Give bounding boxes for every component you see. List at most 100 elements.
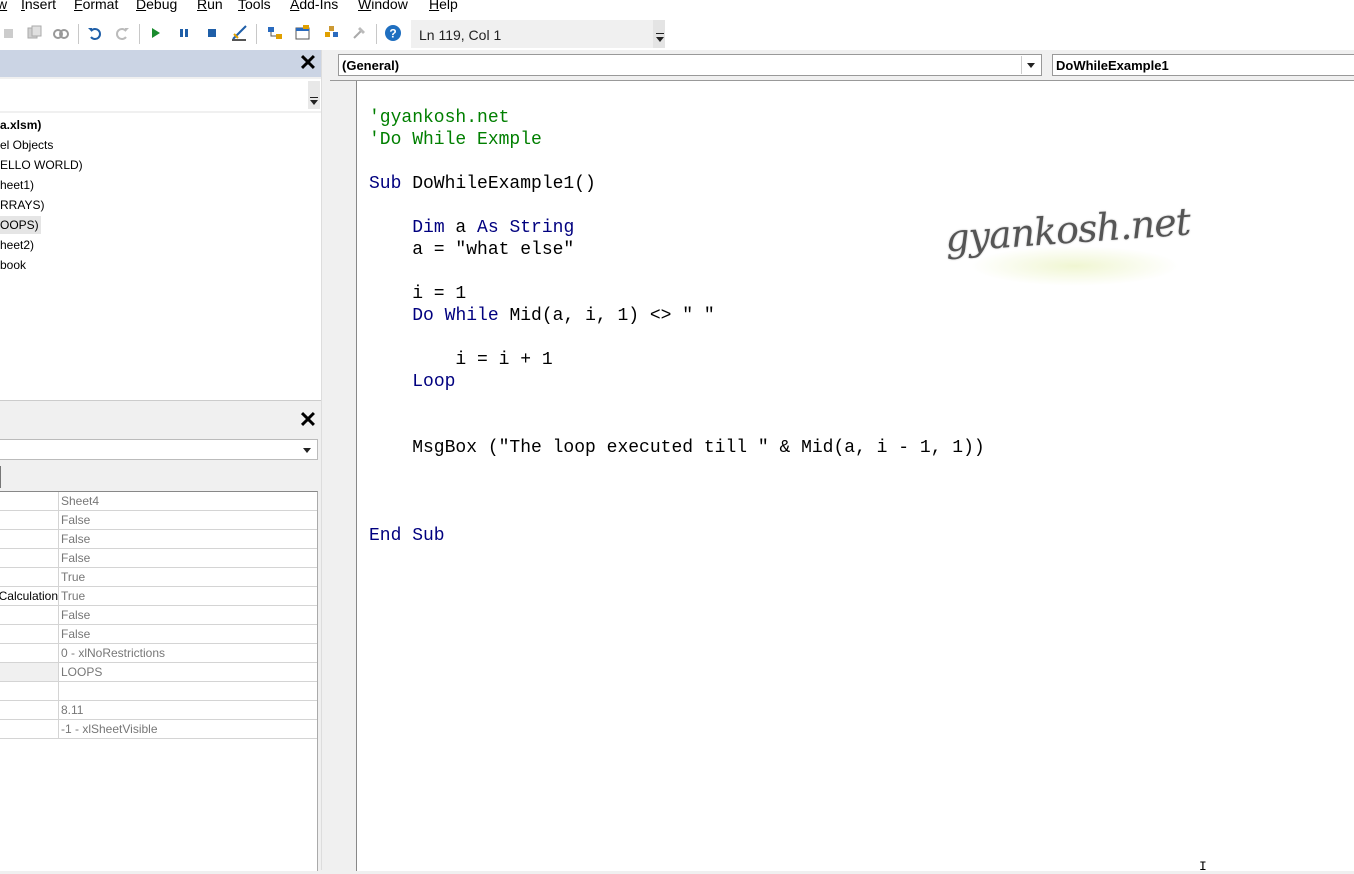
redo-icon[interactable]	[113, 24, 131, 42]
menu-format[interactable]: Format	[74, 0, 118, 12]
property-row[interactable]: False	[0, 530, 317, 549]
property-value[interactable]: -1 - xlSheetVisible	[61, 720, 158, 738]
property-row[interactable]: False	[0, 549, 317, 568]
standard-toolbar: ? Ln 119, Col 1	[0, 18, 1354, 50]
menu-w[interactable]: w	[0, 0, 7, 12]
property-name	[0, 606, 59, 624]
chevron-down-icon[interactable]	[1021, 56, 1040, 74]
project-tree-item[interactable]: el Objects	[0, 136, 53, 154]
property-row[interactable]: False	[0, 606, 317, 625]
menu-add-ins[interactable]: Add-Ins	[290, 0, 338, 12]
code-editor[interactable]: gyankosh.net I 'gyankosh.net 'Do While Ex…	[330, 80, 1354, 874]
property-value[interactable]: True	[61, 568, 85, 586]
design-mode-icon[interactable]	[231, 24, 249, 42]
code-line: Loop	[412, 372, 456, 392]
code-line: Dim a As String	[412, 218, 575, 238]
text-cursor-icon: I	[1199, 859, 1207, 874]
property-value[interactable]: Sheet4	[61, 492, 99, 510]
properties-grid: Sheet4 False False False True Calculation True…	[0, 491, 318, 871]
project-tree-item[interactable]: RRAYS)	[0, 196, 44, 214]
property-name	[0, 720, 59, 738]
menu-help[interactable]: Help	[429, 0, 458, 12]
property-row[interactable]: Calculation True	[0, 587, 317, 606]
object-combo[interactable]: (General)	[338, 54, 1042, 76]
cursor-position-display: Ln 119, Col 1	[411, 20, 665, 48]
property-value[interactable]: False	[61, 625, 90, 643]
toolbar-options-dropdown[interactable]	[653, 20, 665, 48]
code-line: End Sub	[369, 526, 445, 546]
properties-tabs	[0, 466, 322, 488]
help-icon[interactable]: ?	[384, 24, 402, 42]
run-icon[interactable]	[147, 24, 165, 42]
menu-bar: w Insert Format Debug Run Tools Add-Ins Window H…	[0, 0, 1354, 18]
property-name	[0, 549, 59, 567]
margin-indicator-bar[interactable]	[330, 81, 357, 871]
menu-debug[interactable]: Debug	[136, 0, 177, 12]
pane-splitter[interactable]	[321, 50, 330, 870]
property-value[interactable]: False	[61, 606, 90, 624]
project-tree-item[interactable]: heet1)	[0, 176, 34, 194]
find-icon[interactable]	[52, 24, 70, 42]
property-row[interactable]: LOOPS	[0, 663, 317, 682]
chevron-down-icon[interactable]	[300, 442, 315, 457]
property-row[interactable]	[0, 682, 317, 701]
property-row[interactable]: -1 - xlSheetVisible	[0, 720, 317, 739]
code-line: Sub DoWhileExample1()	[369, 174, 596, 194]
property-row[interactable]: False	[0, 625, 317, 644]
property-value[interactable]: True	[61, 587, 85, 605]
cursor-position-text: Ln 119, Col 1	[419, 27, 502, 43]
properties-object-select[interactable]	[0, 439, 318, 460]
property-name	[0, 663, 59, 681]
property-value[interactable]: 0 - xlNoRestrictions	[61, 644, 165, 662]
code-line: 'gyankosh.net	[369, 108, 510, 128]
property-value[interactable]: False	[61, 530, 90, 548]
project-tree-item[interactable]: book	[0, 256, 26, 274]
code-line: 'Do While Exmple	[369, 130, 542, 150]
project-tree-item[interactable]: heet2)	[0, 236, 34, 254]
properties-window-icon[interactable]	[294, 24, 312, 42]
property-name: Calculation	[0, 587, 59, 605]
project-tree-item[interactable]: OOPS)	[0, 216, 41, 234]
close-project-explorer-icon[interactable]: ✕	[298, 52, 318, 74]
property-name	[0, 682, 59, 700]
property-value[interactable]: False	[61, 511, 90, 529]
object-combo-value: (General)	[342, 58, 400, 73]
undo-icon[interactable]	[86, 24, 104, 42]
property-value[interactable]: False	[61, 549, 90, 567]
project-tree-item[interactable]: a.xlsm)	[0, 116, 41, 134]
project-explorer-titlebar[interactable]: ✕	[0, 50, 322, 77]
property-name	[0, 701, 59, 719]
project-tree-item[interactable]: ELLO WORLD)	[0, 156, 83, 174]
cut-icon[interactable]	[0, 24, 18, 42]
menu-window[interactable]: Window	[358, 0, 408, 12]
property-row[interactable]: False	[0, 511, 317, 530]
help-glyph: ?	[389, 27, 396, 41]
project-tree: a.xlsm) el Objects ELLO WORLD) heet1) RRAYS)…	[0, 113, 321, 401]
reset-icon[interactable]	[203, 24, 221, 42]
property-name	[0, 568, 59, 586]
property-row[interactable]: 8.11	[0, 701, 317, 720]
menu-tools[interactable]: Tools	[238, 0, 271, 12]
close-properties-icon[interactable]: ✕	[298, 409, 318, 431]
property-name	[0, 530, 59, 548]
project-toolbar-overflow-icon[interactable]	[308, 81, 320, 109]
procedure-combo[interactable]: DoWhileExample1	[1052, 54, 1354, 76]
break-icon[interactable]	[175, 24, 193, 42]
property-value[interactable]: LOOPS	[61, 663, 102, 681]
code-line: Do While Mid(a, i, 1) <> " "	[412, 306, 715, 326]
property-name	[0, 625, 59, 643]
code-line: a = "what else"	[369, 240, 575, 260]
project-explorer-icon[interactable]	[266, 24, 284, 42]
menu-insert[interactable]: Insert	[21, 0, 56, 12]
property-name	[0, 492, 59, 510]
property-row[interactable]: 0 - xlNoRestrictions	[0, 644, 317, 663]
property-row[interactable]: True	[0, 568, 317, 587]
property-value[interactable]: 8.11	[61, 701, 83, 719]
properties-titlebar[interactable]: ✕	[0, 406, 322, 434]
object-browser-icon[interactable]	[323, 24, 341, 42]
toolbox-icon[interactable]	[351, 24, 369, 42]
menu-run[interactable]: Run	[197, 0, 223, 12]
property-name	[0, 644, 59, 662]
property-row[interactable]: Sheet4	[0, 492, 317, 511]
copy-icon[interactable]	[26, 24, 44, 42]
